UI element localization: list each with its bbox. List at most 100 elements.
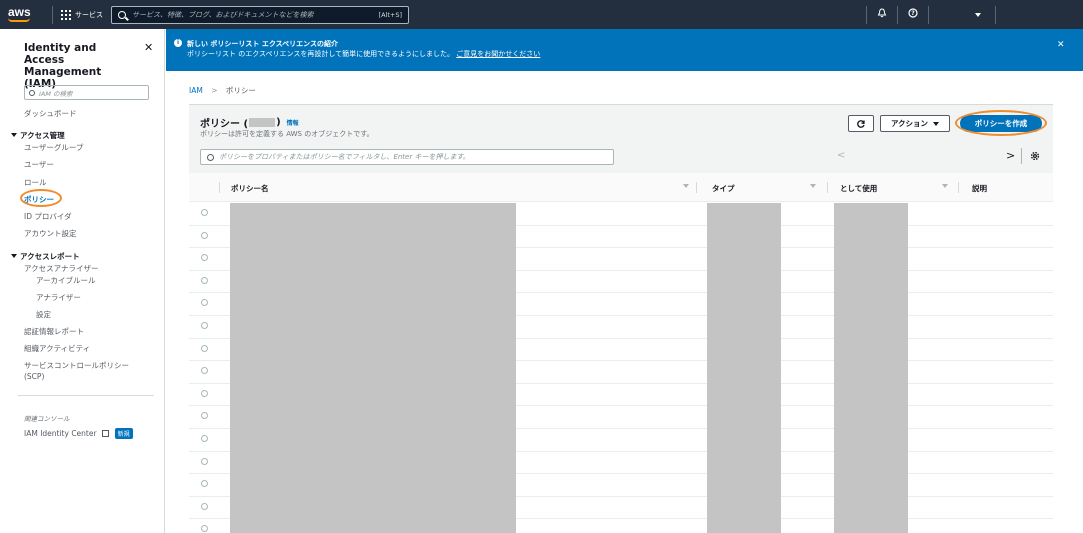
column-divider xyxy=(219,182,220,193)
sidebar-item-organization-activity[interactable]: 組織アクティビティ xyxy=(24,343,90,354)
row-select-radio[interactable] xyxy=(201,457,208,465)
svg-text:?: ? xyxy=(911,10,915,17)
sidebar-item-analyzer-settings[interactable]: 設定 xyxy=(36,309,51,320)
close-icon[interactable]: ✕ xyxy=(1057,40,1065,50)
divider xyxy=(928,5,929,24)
global-search-input[interactable]: サービス、特徴、ブログ、およびドキュメントなどを検索 [Alt+S] xyxy=(111,5,409,24)
aws-logo[interactable]: aws xyxy=(8,5,44,25)
aws-smile-icon xyxy=(8,18,30,22)
sort-icon[interactable] xyxy=(810,184,816,188)
refresh-icon xyxy=(857,119,865,128)
row-select-radio[interactable] xyxy=(201,344,208,352)
row-select-radio[interactable] xyxy=(201,480,208,488)
redacted-types xyxy=(707,203,781,533)
column-header-used-as[interactable]: として使用 xyxy=(840,183,877,194)
divider xyxy=(995,5,996,24)
actions-label: アクション xyxy=(890,119,929,128)
sidebar-item-access-analyzer[interactable]: アクセスアナライザー xyxy=(24,263,98,274)
previous-page-button[interactable]: < xyxy=(837,150,845,161)
sort-icon[interactable] xyxy=(942,184,948,188)
info-banner: i 新しい ポリシーリスト エクスペリエンスの紹介 ポリシーリスト のエクスペリ… xyxy=(166,29,1083,71)
breadcrumb-iam-link[interactable]: IAM xyxy=(189,86,203,95)
info-icon: i xyxy=(174,39,182,47)
highlight-ring xyxy=(955,110,1047,136)
row-select-radio[interactable] xyxy=(201,299,208,307)
divider xyxy=(18,395,154,396)
settings-icon[interactable] xyxy=(1030,151,1040,164)
sidebar-item-scp[interactable]: サービスコントロールポリシー (SCP) xyxy=(24,360,144,382)
services-menu-button[interactable]: サービス xyxy=(61,9,103,20)
section-label: アクセス管理 xyxy=(20,131,65,140)
search-icon xyxy=(29,89,35,96)
close-icon[interactable]: ✕ xyxy=(144,41,153,54)
caret-down-icon xyxy=(11,254,17,258)
sidebar-item-identity-center[interactable]: IAM Identity Center 新規 xyxy=(24,428,133,439)
column-header-policy-name[interactable]: ポリシー名 xyxy=(231,183,269,194)
caret-down-icon xyxy=(933,121,940,126)
page-title-text: ポリシー ( xyxy=(200,119,249,130)
sidebar-item-identity-providers[interactable]: ID プロバイダ xyxy=(24,211,72,222)
search-placeholder: サービス、特徴、ブログ、およびドキュメントなどを検索 xyxy=(132,10,314,19)
row-select-radio[interactable] xyxy=(201,502,208,510)
table-header: ポリシー名 タイプ として使用 説明 xyxy=(189,173,1053,202)
row-select-radio[interactable] xyxy=(201,435,208,442)
sidebar-item-users[interactable]: ユーザー xyxy=(24,159,54,170)
banner-text: ポリシーリスト のエクスペリエンスを再設計して簡単に使用できるようにしました。 … xyxy=(187,49,540,59)
divider xyxy=(866,5,867,24)
sidebar-item-dashboard[interactable]: ダッシュボード xyxy=(24,108,77,119)
banner-message: ポリシーリスト のエクスペリエンスを再設計して簡単に使用できるようにしました。 xyxy=(187,50,455,58)
breadcrumb: IAM > ポリシー xyxy=(189,85,256,96)
row-select-radio[interactable] xyxy=(201,322,208,329)
breadcrumb-current: ポリシー xyxy=(225,86,256,95)
chevron-right-icon: > xyxy=(211,86,218,95)
page-title-close: ) xyxy=(276,117,281,128)
row-select-radio[interactable] xyxy=(201,254,208,262)
column-header-description[interactable]: 説明 xyxy=(972,183,987,194)
sort-icon[interactable] xyxy=(683,184,689,188)
filter-placeholder: ポリシーをプロパティまたはポリシー名でフィルタし、Enter キーを押します。 xyxy=(219,153,470,161)
sidebar-item-credential-report[interactable]: 認証情報レポート xyxy=(24,326,84,337)
iam-search-input[interactable]: IAM の検索 xyxy=(24,85,149,100)
sidebar-item-archive-rules[interactable]: アーカイブルール xyxy=(36,275,96,286)
sidebar-title: Identity and Access Management (IAM) xyxy=(24,42,102,90)
row-select-radio[interactable] xyxy=(201,367,208,375)
sidebar-item-user-groups[interactable]: ユーザーグループ xyxy=(24,142,83,153)
refresh-button[interactable] xyxy=(848,115,874,132)
bell-icon[interactable] xyxy=(873,8,891,21)
sidebar-item-account-settings[interactable]: アカウント設定 xyxy=(24,228,77,239)
help-icon[interactable]: ? xyxy=(904,8,922,21)
sidebar-section-access-reports[interactable]: アクセスレポート xyxy=(11,251,80,262)
highlight-ring xyxy=(20,189,62,207)
info-link[interactable]: 情報 xyxy=(287,118,299,127)
redacted-used-as xyxy=(834,203,908,533)
row-select-radio[interactable] xyxy=(201,276,208,284)
page-subtitle: ポリシーは許可を定義する AWS のオブジェクトです。 xyxy=(200,130,374,138)
topbar-right-controls: ? xyxy=(860,0,1002,29)
sidebar-item-roles[interactable]: ロール xyxy=(24,177,47,188)
top-navigation-bar: aws サービス サービス、特徴、ブログ、およびドキュメントなどを検索 [Alt… xyxy=(0,0,1083,29)
divider xyxy=(1021,148,1022,164)
policy-filter-input[interactable]: ポリシーをプロパティまたはポリシー名でフィルタし、Enter キーを押します。 xyxy=(200,149,614,165)
sidebar: Identity and Access Management (IAM) ✕ I… xyxy=(0,29,165,533)
account-menu-caret-icon[interactable] xyxy=(975,12,981,17)
row-select-radio[interactable] xyxy=(201,389,208,397)
row-select-radio[interactable] xyxy=(201,412,208,420)
grid-icon xyxy=(61,9,71,20)
identity-center-label: IAM Identity Center xyxy=(24,429,97,438)
section-label: アクセスレポート xyxy=(20,252,80,261)
row-select-radio[interactable] xyxy=(201,525,208,533)
sidebar-section-access-management[interactable]: アクセス管理 xyxy=(11,130,65,141)
feedback-link[interactable]: ご意見をお聞かせください xyxy=(456,50,540,58)
row-select-radio[interactable] xyxy=(201,231,208,239)
redacted-count xyxy=(249,118,276,127)
column-header-type[interactable]: タイプ xyxy=(712,183,735,194)
next-page-button[interactable]: > xyxy=(1006,149,1015,162)
row-select-radio[interactable] xyxy=(201,209,208,216)
services-label: サービス xyxy=(75,10,103,19)
column-divider xyxy=(696,182,697,193)
related-consoles-label: 関連コンソール xyxy=(24,415,70,423)
sidebar-item-analyzers[interactable]: アナライザー xyxy=(36,292,81,303)
new-badge: 新規 xyxy=(114,428,133,439)
actions-dropdown-button[interactable]: アクション xyxy=(880,115,950,132)
search-icon xyxy=(118,10,126,19)
